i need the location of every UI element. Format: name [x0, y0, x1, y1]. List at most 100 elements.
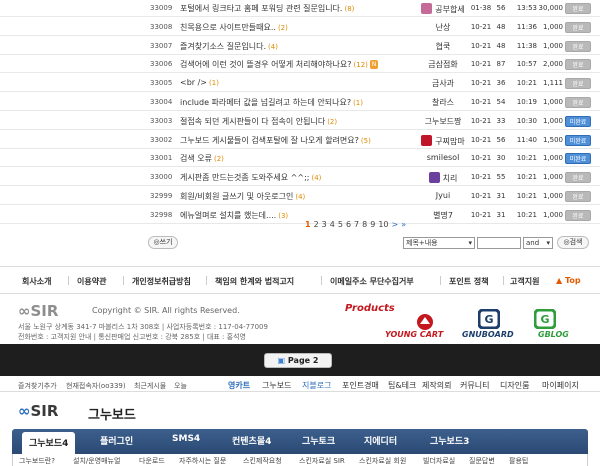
author-name[interactable]: 금삼점화 — [428, 60, 457, 69]
author[interactable]: 금사과 — [412, 78, 474, 89]
tab-plugin[interactable]: 플러그인 — [100, 434, 133, 447]
subnav-item[interactable]: 다운로드 — [139, 456, 165, 466]
tab-geditor[interactable]: 지에디터 — [364, 434, 397, 447]
author[interactable]: 별명7 — [412, 210, 474, 221]
tab-gnutalk[interactable]: 그누토크 — [302, 434, 335, 447]
search-input[interactable] — [477, 237, 521, 249]
table-row[interactable]: 33004 include 파라메터 값을 넘길려고 하는데 안되나요? (1) 찰라… — [0, 94, 600, 111]
table-row[interactable]: 32998 에뉴얼며로 설치를 했는데.... (3) 별명7 10-21 31 10:21… — [0, 207, 600, 224]
page-link[interactable]: 8 — [362, 220, 367, 229]
footer-link[interactable]: 고객지원 — [510, 276, 539, 287]
post-title[interactable]: 그누보드 게시물들이 검색포탈에 잘 나오게 할려면요? — [180, 136, 359, 145]
author[interactable]: 금삼점화 — [412, 59, 474, 70]
table-row[interactable]: 33007 즐겨찾기소스 질문입니다. (4) 협쿡 10-21 48 11:38 완료 1,0… — [0, 38, 600, 55]
table-row[interactable]: 32999 회원/비회원 글쓰기 및 아웃로그인 (4) Jyui 10-21 31 10:… — [0, 188, 600, 205]
post-title[interactable]: 회원/비회원 글쓰기 및 아웃로그인 — [180, 192, 293, 201]
gnuboard-logo[interactable]: GNUBOARD — [462, 330, 514, 339]
page-link[interactable]: 1 — [305, 220, 311, 229]
post-title[interactable]: <br /> — [180, 78, 207, 87]
post-subject[interactable]: 그누보드 게시물들이 검색포탈에 잘 나오게 할려면요? (5) — [180, 135, 408, 146]
table-row[interactable]: 33006 검색어에 이런 것이 뜰경우 어떻게 처리해야하나요? (12) N 금삼점… — [0, 56, 600, 74]
post-subject[interactable]: 검색 오류 (2) — [180, 153, 408, 164]
search-field-select[interactable]: 제목+내용 — [403, 237, 475, 249]
author[interactable]: Jyui — [412, 191, 474, 200]
author-name[interactable]: 난상 — [436, 23, 451, 32]
tab-gnuboard3[interactable]: 그누보드3 — [430, 434, 469, 447]
author[interactable]: 구찌맘마 — [412, 134, 474, 147]
table-row[interactable]: 33000 게시판좀 만드는것좀 도와주세요 ^^;; (4) 치리 10-21 55 10… — [0, 169, 600, 187]
author-name[interactable]: smilesol — [427, 153, 460, 162]
author-name[interactable]: 금사과 — [432, 79, 454, 88]
post-subject[interactable]: 포털에서 링크타고 홈페 포워딩 관련 질문입니다. (8) — [180, 3, 408, 14]
subnav-item[interactable]: 질문답변 — [469, 456, 495, 466]
menu-mypage[interactable]: 마이페이지 — [542, 380, 579, 391]
author-name[interactable]: 협쿡 — [436, 42, 451, 51]
gblog-logo[interactable]: GBLOG — [538, 330, 569, 339]
table-row[interactable]: 33001 검색 오류 (2) smilesol 10-21 30 10:21 미완료 1,00… — [0, 150, 600, 168]
author[interactable]: 그누보드짱 — [412, 116, 474, 127]
page-link[interactable]: 4 — [330, 220, 335, 229]
subnav-item[interactable]: 자주하시는 질문 — [179, 456, 226, 466]
post-title[interactable]: 검색어에 이런 것이 뜰경우 어떻게 처리해야하나요? — [180, 60, 352, 69]
bookmark-link[interactable]: 즐겨찾기추가 — [18, 381, 57, 391]
post-subject[interactable]: 친목용으로 사이트만들때요.. (2) — [180, 22, 408, 33]
page-link[interactable]: 10 — [378, 220, 388, 229]
post-title[interactable]: 게시판좀 만드는것좀 도와주세요 ^^;; — [180, 173, 309, 182]
post-title[interactable]: include 파라메터 값을 넘길려고 하는데 안되나요? — [180, 98, 351, 107]
page-link[interactable]: 6 — [346, 220, 351, 229]
site-logo[interactable]: ∞SIR — [18, 402, 58, 420]
menu-youngcart[interactable]: 영카트 — [228, 380, 250, 391]
author[interactable]: smilesol — [412, 153, 474, 162]
page-link[interactable]: 5 — [338, 220, 343, 229]
author[interactable]: 치리 — [412, 172, 474, 184]
search-button[interactable]: ◎검색 — [557, 236, 589, 249]
subnav-item[interactable]: 그누보드란? — [19, 456, 55, 466]
post-subject[interactable]: 검색어에 이런 것이 뜰경우 어떻게 처리해야하나요? (12) N — [180, 59, 408, 70]
post-title[interactable]: 즐겨찾기소스 질문입니다. — [180, 42, 266, 51]
tab-contentsmall4[interactable]: 컨텐츠몰4 — [232, 434, 271, 447]
table-row[interactable]: 33002 그누보드 게시물들이 검색포탈에 잘 나오게 할려면요? (5) 구찌맘마… — [0, 132, 600, 149]
post-subject[interactable]: <br /> (1) — [180, 78, 408, 87]
author-name[interactable]: 그누보드짱 — [425, 117, 462, 126]
footer-link[interactable]: 포인트 정책 — [449, 276, 489, 287]
subnav-item[interactable]: 스킨자료실 회원 — [359, 456, 406, 466]
page-link[interactable]: 3 — [322, 220, 327, 229]
today-link[interactable]: 오늘 — [174, 381, 187, 391]
menu-tips[interactable]: 팁&테크 — [388, 380, 416, 391]
next-page-button[interactable]: > — [392, 220, 399, 229]
subnav-item[interactable]: 스킨제작요청 — [243, 456, 282, 466]
author[interactable]: 협쿡 — [412, 41, 474, 52]
top-link[interactable]: ▲ Top — [556, 276, 581, 285]
last-page-button[interactable]: » — [401, 220, 406, 229]
author[interactable]: 공부합세 — [412, 3, 474, 15]
author-name[interactable]: Jyui — [436, 191, 450, 200]
subnav-item[interactable]: 설치/운영매뉴얼 — [73, 456, 120, 466]
footer-link[interactable]: 책임의 한계와 법적고지 — [215, 276, 294, 287]
footer-link[interactable]: 이용약관 — [77, 276, 106, 287]
subnav-item[interactable]: 빌더자료실 — [423, 456, 455, 466]
post-subject[interactable]: 절접속 되던 게시판들이 다 접속이 안됩니다 (2) — [180, 116, 408, 127]
tab-sms4[interactable]: SMS4 — [172, 434, 200, 444]
footer-link[interactable]: 회사소개 — [22, 276, 51, 287]
write-button[interactable]: ◎쓰기 — [148, 236, 178, 249]
author-name[interactable]: 찰라스 — [432, 98, 454, 107]
online-users-link[interactable]: 현재접속자(oo339) — [66, 381, 126, 391]
post-title[interactable]: 검색 오류 — [180, 154, 212, 163]
menu-community[interactable]: 커뮤니티 — [460, 380, 489, 391]
page-link[interactable]: 7 — [354, 220, 359, 229]
post-title[interactable]: 포털에서 링크타고 홈페 포워딩 관련 질문입니다. — [180, 4, 342, 13]
post-subject[interactable]: 회원/비회원 글쓰기 및 아웃로그인 (4) — [180, 191, 408, 202]
post-title[interactable]: 절접속 되던 게시판들이 다 접속이 안됩니다 — [180, 117, 325, 126]
menu-gblog[interactable]: 지블로그 — [302, 380, 331, 391]
search-operator-select[interactable]: and — [523, 237, 553, 249]
table-row[interactable]: 33005 <br /> (1) 금사과 10-21 36 10:21 완료 1,111 — [0, 75, 600, 93]
author[interactable]: 찰라스 — [412, 97, 474, 108]
author-name[interactable]: 구찌맘마 — [435, 137, 464, 146]
page-link[interactable]: 2 — [314, 220, 319, 229]
author[interactable]: 난상 — [412, 22, 474, 33]
menu-point-auction[interactable]: 포인트경매 — [342, 380, 379, 391]
subnav-item[interactable]: 스킨자료실 SIR — [299, 456, 345, 466]
post-title[interactable]: 친목용으로 사이트만들때요.. — [180, 23, 276, 32]
tab-gnuboard4[interactable]: 그누보드4 — [22, 432, 76, 454]
post-subject[interactable]: include 파라메터 값을 넘길려고 하는데 안되나요? (1) — [180, 97, 408, 108]
